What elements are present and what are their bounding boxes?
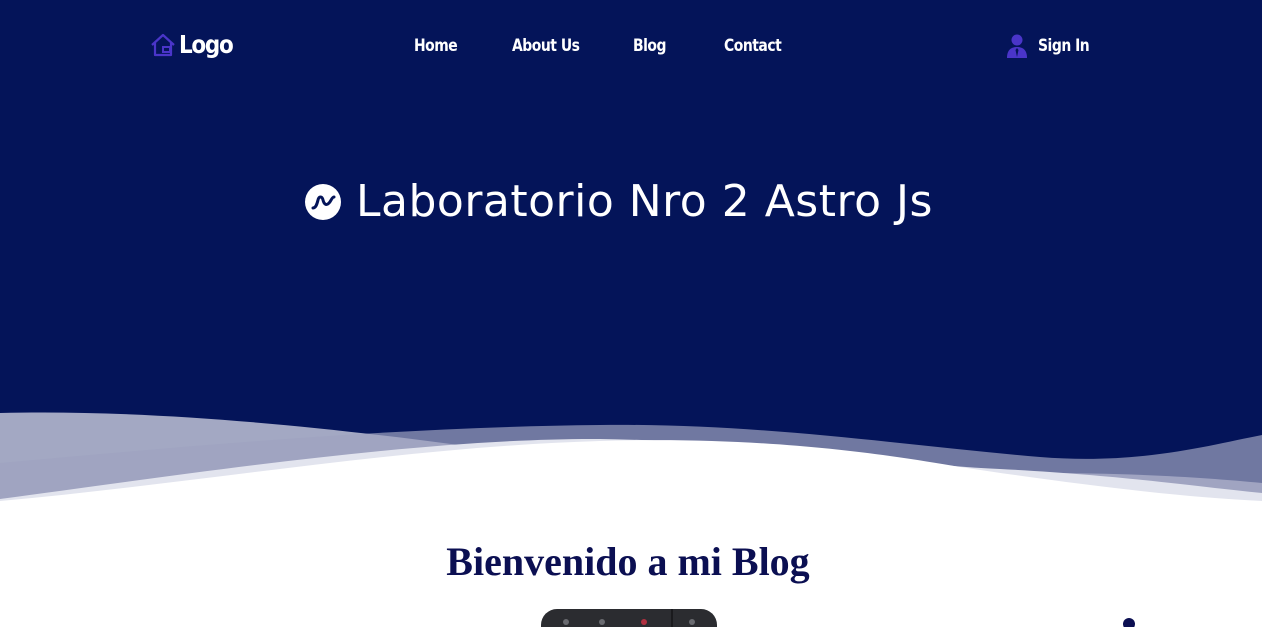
nav-link-home[interactable]: Home: [414, 36, 458, 56]
welcome-heading: Bienvenido a mi Blog: [446, 539, 810, 584]
nav-link-blog[interactable]: Blog: [633, 36, 666, 56]
hero-title-text: Laboratorio Nro 2 Astro Js: [356, 176, 933, 227]
top-navbar: Logo Home About Us Blog Contact Sign In: [0, 0, 1262, 94]
user-icon: [1007, 34, 1027, 58]
list-bullet: [1123, 618, 1135, 627]
sign-in-label: Sign In: [1038, 35, 1090, 56]
blog-preview-image: [541, 609, 717, 627]
preview-dot: [599, 619, 605, 625]
wave-divider: [0, 412, 1262, 505]
nav-link-contact[interactable]: Contact: [724, 36, 782, 56]
preview-dot: [641, 619, 647, 625]
astro-wave-icon: [305, 183, 341, 220]
nav-link-about-us[interactable]: About Us: [512, 36, 580, 56]
preview-divider: [671, 609, 673, 627]
preview-dot: [689, 619, 695, 625]
sign-in-link[interactable]: Sign In: [1005, 33, 1101, 58]
hero-title: Laboratorio Nro 2 Astro Js: [305, 176, 933, 227]
preview-dot: [563, 619, 569, 625]
